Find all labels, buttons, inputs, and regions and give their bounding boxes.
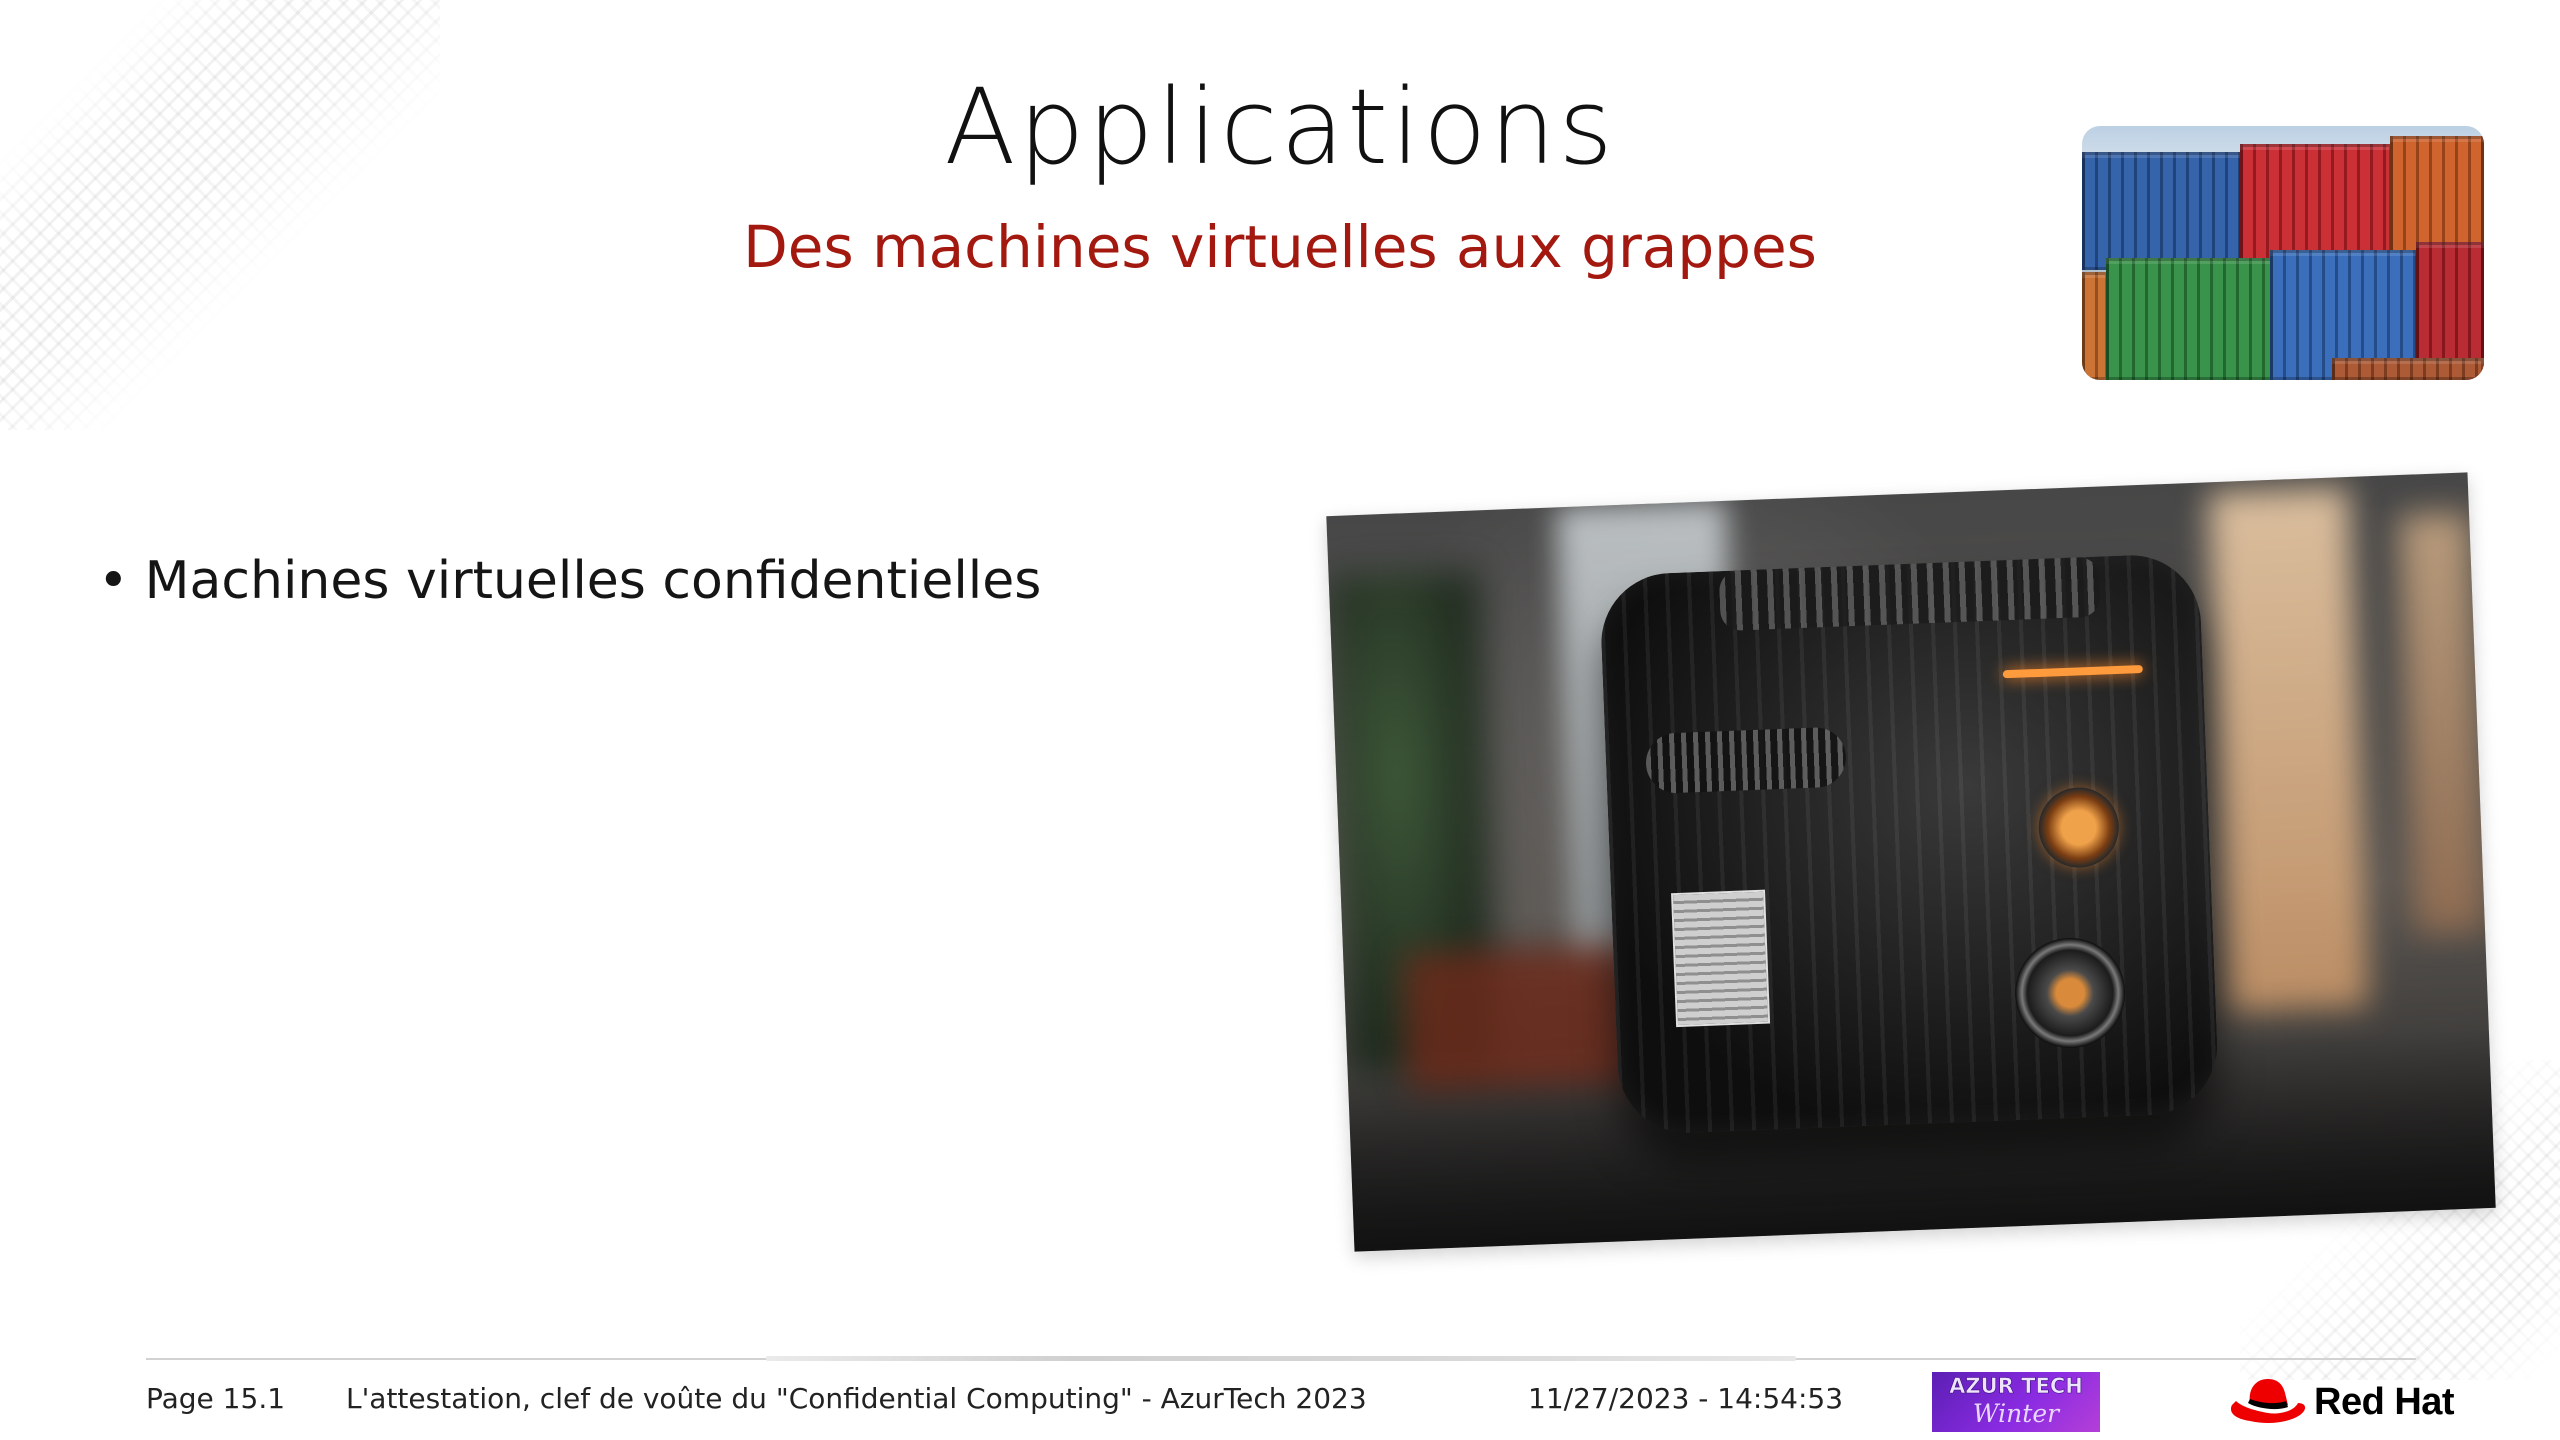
machine-body [1598, 552, 2220, 1136]
footer-progress-accent [766, 1356, 1796, 1361]
footer-talk-title: L'attestation, clef de voûte du "Confide… [346, 1382, 1367, 1415]
machine-top-grille [1718, 556, 2101, 632]
container-brown-base [2332, 358, 2484, 380]
shipping-containers-thumbnail [2082, 126, 2484, 380]
container-green [2106, 258, 2274, 380]
bullet-item: • Machines virtuelles confidentielles [98, 550, 1041, 612]
container-blue-top [2082, 152, 2242, 270]
container-orange-side [2082, 272, 2108, 380]
azurtech-logo-line1: AZUR TECH [1949, 1374, 2083, 1399]
red-hat-fedora-icon [2230, 1379, 2306, 1423]
bullet-marker: • [98, 551, 129, 611]
footer-page-number: Page 15.1 [146, 1382, 286, 1415]
azurtech-winter-logo: AZUR TECH Winter [1932, 1372, 2100, 1432]
red-hat-wordmark: Red Hat [2314, 1381, 2455, 1423]
machine-orange-light [2002, 664, 2143, 679]
photo-window-edge [2399, 512, 2486, 935]
azurtech-logo-line2: Winter [1972, 1399, 2060, 1428]
footer-datetime: 11/27/2023 - 14:54:53 [1528, 1382, 1844, 1415]
machine-vent-panel [1671, 889, 1771, 1028]
machine-cables [1644, 726, 1848, 795]
machine-glowing-dial [2037, 786, 2121, 870]
red-hat-logo: Red Hat [2228, 1372, 2455, 1432]
steampunk-machine-photo [1326, 472, 2496, 1252]
machine-gauge-dial [2013, 935, 2128, 1051]
bullet-text: Machines virtuelles confidentielles [144, 551, 1042, 611]
photo-window-right [2208, 486, 2368, 1012]
